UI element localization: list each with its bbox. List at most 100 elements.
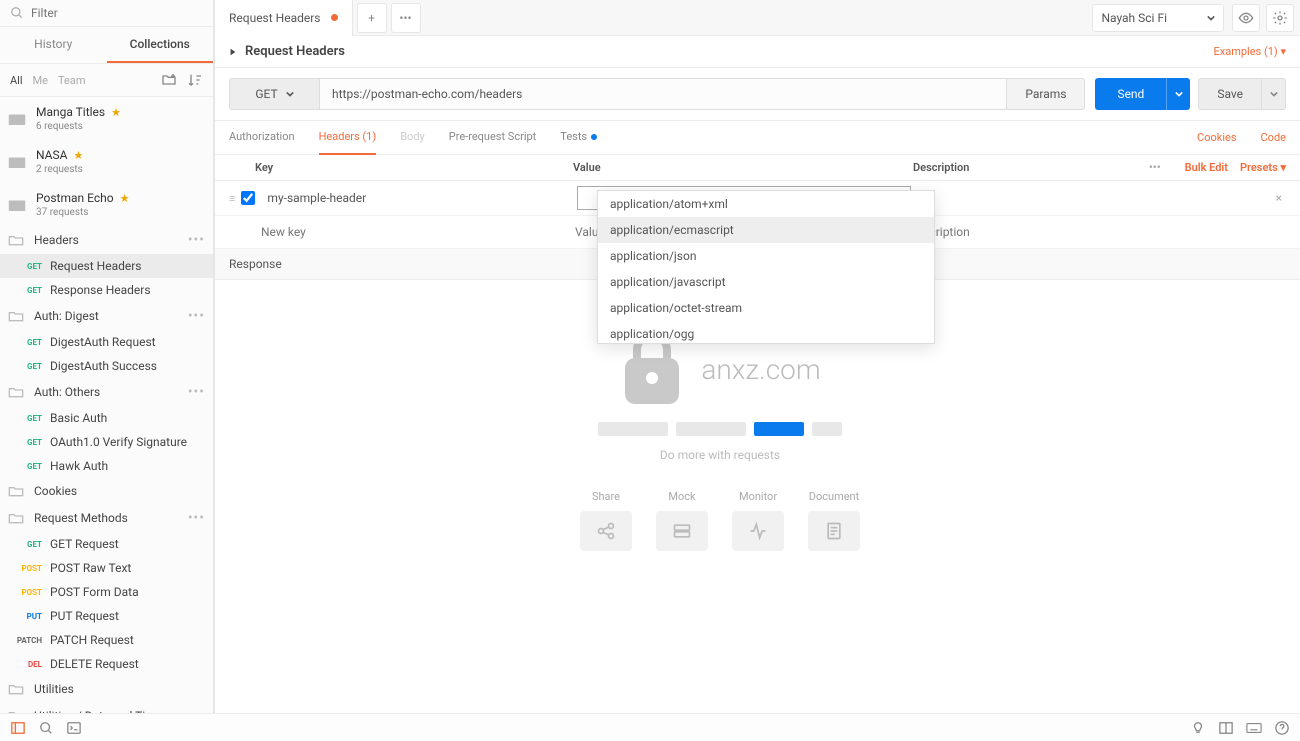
filter-me[interactable]: Me [33, 74, 48, 87]
header-desc-input[interactable] [905, 221, 1286, 243]
dropdown-item[interactable]: application/json [598, 243, 934, 269]
gear-icon [1272, 10, 1288, 26]
folder-cookies[interactable]: Cookies [0, 478, 213, 504]
new-tab-button[interactable]: + [357, 3, 387, 33]
sidebar: History Collections All Me Team Manga Ti… [0, 0, 214, 713]
filter-team[interactable]: Team [58, 74, 86, 87]
request-item[interactable]: GETBasic Auth [0, 406, 213, 430]
request-item[interactable]: PATCHPATCH Request [0, 628, 213, 652]
folder-icon [8, 683, 24, 695]
caret-right-icon[interactable] [229, 48, 237, 56]
header-key-input[interactable] [257, 221, 571, 243]
folder-auth-digest[interactable]: Auth: Digest••• [0, 302, 213, 330]
subtab-prereq[interactable]: Pre-request Script [449, 120, 537, 155]
more-icon[interactable]: ••• [188, 384, 205, 400]
subtab-body[interactable]: Body [400, 120, 425, 155]
chevron-down-icon [1175, 90, 1183, 98]
bulk-edit-link[interactable]: Bulk Edit [1185, 161, 1228, 174]
folder-icon [8, 198, 26, 212]
subtab-auth[interactable]: Authorization [229, 120, 295, 155]
request-item[interactable]: POSTPOST Form Data [0, 580, 213, 604]
dropdown-item[interactable]: application/javascript [598, 269, 934, 295]
request-item[interactable]: GETDigestAuth Success [0, 354, 213, 378]
keyboard-icon[interactable] [1246, 720, 1262, 736]
remove-row-icon[interactable]: × [1272, 191, 1286, 205]
request-item[interactable]: GETResponse Headers [0, 278, 213, 302]
request-title-row: Request Headers Examples (1) ▾ [215, 36, 1300, 68]
activity-icon [748, 521, 768, 541]
open-request-tab[interactable]: Request Headers [215, 0, 353, 36]
cookies-link[interactable]: Cookies [1197, 131, 1236, 144]
collection-item[interactable]: NASA★2 requests [0, 140, 213, 183]
send-dropdown[interactable] [1166, 78, 1190, 110]
bootcamp-icon[interactable] [1190, 720, 1206, 736]
sidebar-tabs: History Collections [0, 27, 213, 64]
env-settings-button[interactable] [1266, 4, 1294, 32]
folder-icon [8, 485, 24, 497]
tile-mock[interactable]: Mock [651, 490, 713, 551]
collection-item[interactable]: Manga Titles★6 requests [0, 97, 213, 140]
sidebar-toggle-icon[interactable] [10, 720, 26, 736]
request-item[interactable]: GETHawk Auth [0, 454, 213, 478]
console-icon[interactable] [66, 720, 82, 736]
folder-utilities[interactable]: Utilities [0, 676, 213, 702]
find-icon[interactable] [38, 720, 54, 736]
sidebar-filter-input[interactable] [31, 6, 203, 20]
tab-collections[interactable]: Collections [107, 27, 214, 63]
header-desc-input[interactable] [911, 187, 1271, 209]
tile-share[interactable]: Share [575, 490, 637, 551]
dropdown-item[interactable]: application/ecmascript [598, 217, 934, 243]
examples-link[interactable]: Examples (1) ▾ [1214, 45, 1286, 58]
more-icon[interactable]: ••• [188, 510, 205, 526]
request-item[interactable]: PUTPUT Request [0, 604, 213, 628]
tab-history[interactable]: History [0, 27, 107, 63]
save-dropdown[interactable] [1262, 78, 1286, 110]
drag-handle-icon[interactable]: ≡ [229, 192, 235, 205]
folder-open-icon [8, 512, 24, 524]
layout-icon[interactable] [1218, 720, 1234, 736]
more-icon[interactable]: ••• [188, 308, 205, 324]
dropdown-item[interactable]: application/atom+xml [598, 191, 934, 217]
folder-request-methods[interactable]: Request Methods••• [0, 504, 213, 532]
subtab-headers[interactable]: Headers (1) [319, 120, 377, 155]
tile-document[interactable]: Document [803, 490, 865, 551]
table-options-icon[interactable]: ••• [1149, 161, 1161, 174]
more-icon[interactable]: ••• [188, 232, 205, 248]
request-item[interactable]: GETGET Request [0, 532, 213, 556]
subtab-tests[interactable]: Tests [560, 120, 597, 155]
request-item[interactable]: GETRequest Headers [0, 254, 213, 278]
folder-open-icon [8, 234, 24, 246]
tile-monitor[interactable]: Monitor [727, 490, 789, 551]
help-icon[interactable] [1274, 720, 1290, 736]
dropdown-item[interactable]: application/ogg [598, 321, 934, 344]
filter-all[interactable]: All [10, 74, 23, 87]
document-icon [824, 521, 844, 541]
star-icon: ★ [120, 192, 130, 205]
env-preview-button[interactable] [1232, 4, 1260, 32]
dropdown-item[interactable]: application/octet-stream [598, 295, 934, 321]
col-key: Key [229, 161, 573, 174]
folder-auth-others[interactable]: Auth: Others••• [0, 378, 213, 406]
header-enabled-checkbox[interactable] [241, 191, 255, 205]
new-folder-icon[interactable] [161, 72, 177, 88]
header-key-input[interactable] [263, 187, 577, 209]
folder-utilities-date[interactable]: Utilities / Date and Time••• [0, 702, 213, 713]
request-item[interactable]: DELDELETE Request [0, 652, 213, 676]
params-button[interactable]: Params [1007, 78, 1085, 110]
request-item[interactable]: GETOAuth1.0 Verify Signature [0, 430, 213, 454]
url-input[interactable] [319, 78, 1007, 110]
tab-options-button[interactable]: ••• [391, 3, 421, 33]
request-item[interactable]: POSTPOST Raw Text [0, 556, 213, 580]
method-select[interactable]: GET [229, 78, 319, 110]
code-link[interactable]: Code [1261, 131, 1286, 144]
folder-headers[interactable]: Headers••• [0, 226, 213, 254]
save-button[interactable]: Save [1198, 78, 1262, 110]
headers-table-head: Key Value Description ••• Bulk Edit Pres… [215, 155, 1300, 181]
environment-select[interactable]: Nayah Sci Fi [1092, 4, 1224, 32]
send-button[interactable]: Send [1095, 78, 1166, 110]
sort-icon[interactable] [187, 72, 203, 88]
presets-link[interactable]: Presets ▾ [1240, 161, 1286, 174]
collection-item[interactable]: Postman Echo★37 requests [0, 183, 213, 226]
status-bar [0, 713, 1300, 741]
request-item[interactable]: GETDigestAuth Request [0, 330, 213, 354]
